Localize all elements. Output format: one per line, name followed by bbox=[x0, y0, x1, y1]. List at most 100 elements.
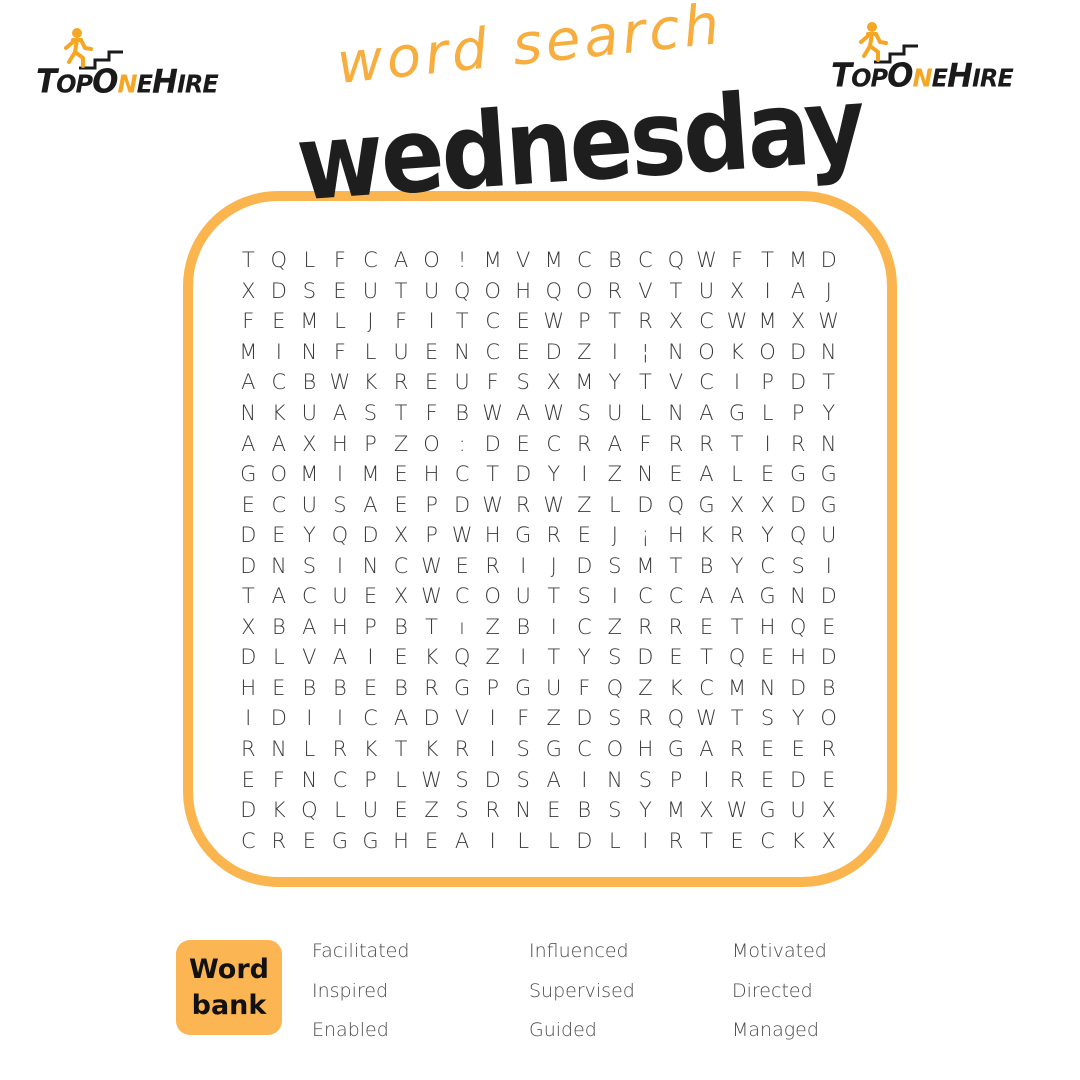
grid-cell[interactable]: X bbox=[538, 367, 569, 398]
grid-cell[interactable]: T bbox=[691, 825, 722, 856]
grid-cell[interactable]: L bbox=[355, 337, 386, 368]
grid-cell[interactable]: B bbox=[264, 612, 295, 643]
grid-cell[interactable]: L bbox=[538, 825, 569, 856]
grid-cell[interactable]: A bbox=[233, 428, 264, 459]
grid-cell[interactable]: G bbox=[355, 825, 386, 856]
grid-cell[interactable]: E bbox=[569, 520, 600, 551]
grid-cell[interactable]: G bbox=[508, 673, 539, 704]
grid-cell[interactable]: D bbox=[783, 337, 814, 368]
grid-cell[interactable]: D bbox=[416, 703, 447, 734]
grid-cell[interactable]: ¦ bbox=[630, 337, 661, 368]
grid-cell[interactable]: G bbox=[783, 459, 814, 490]
grid-cell[interactable]: E bbox=[264, 520, 295, 551]
grid-cell[interactable]: J bbox=[538, 550, 569, 581]
grid-cell[interactable]: X bbox=[386, 581, 417, 612]
grid-cell[interactable]: C bbox=[691, 367, 722, 398]
grid-cell[interactable]: Z bbox=[416, 795, 447, 826]
grid-cell[interactable]: Y bbox=[722, 550, 753, 581]
grid-cell[interactable]: S bbox=[783, 550, 814, 581]
grid-cell[interactable]: C bbox=[538, 428, 569, 459]
grid-cell[interactable]: N bbox=[294, 764, 325, 795]
grid-cell[interactable]: B bbox=[600, 245, 631, 276]
grid-cell[interactable]: E bbox=[752, 734, 783, 765]
grid-cell[interactable]: R bbox=[661, 825, 692, 856]
grid-cell[interactable]: M bbox=[661, 795, 692, 826]
grid-cell[interactable]: P bbox=[355, 428, 386, 459]
grid-cell[interactable]: X bbox=[661, 306, 692, 337]
grid-cell[interactable]: R bbox=[630, 306, 661, 337]
grid-cell[interactable]: O bbox=[264, 459, 295, 490]
grid-cell[interactable]: K bbox=[416, 734, 447, 765]
grid-cell[interactable]: U bbox=[386, 337, 417, 368]
grid-cell[interactable]: ¡ bbox=[630, 520, 661, 551]
grid-cell[interactable]: I bbox=[355, 642, 386, 673]
grid-cell[interactable]: C bbox=[264, 367, 295, 398]
grid-cell[interactable]: W bbox=[447, 520, 478, 551]
grid-cell[interactable]: R bbox=[477, 550, 508, 581]
grid-cell[interactable]: N bbox=[783, 581, 814, 612]
grid-cell[interactable]: L bbox=[325, 306, 356, 337]
grid-cell[interactable]: Q bbox=[722, 642, 753, 673]
grid-cell[interactable]: H bbox=[325, 612, 356, 643]
grid-cell[interactable]: U bbox=[355, 276, 386, 307]
grid-cell[interactable]: L bbox=[600, 489, 631, 520]
grid-cell[interactable]: X bbox=[783, 306, 814, 337]
grid-cell[interactable]: W bbox=[538, 306, 569, 337]
grid-cell[interactable]: I bbox=[600, 337, 631, 368]
grid-cell[interactable]: O bbox=[416, 428, 447, 459]
grid-cell[interactable]: G bbox=[538, 734, 569, 765]
grid-cell[interactable]: S bbox=[355, 398, 386, 429]
grid-cell[interactable]: D bbox=[508, 459, 539, 490]
grid-cell[interactable]: R bbox=[386, 367, 417, 398]
grid-cell[interactable]: R bbox=[783, 428, 814, 459]
grid-cell[interactable]: U bbox=[294, 398, 325, 429]
grid-cell[interactable]: L bbox=[508, 825, 539, 856]
grid-cell[interactable]: W bbox=[416, 764, 447, 795]
grid-cell[interactable]: R bbox=[538, 520, 569, 551]
grid-cell[interactable]: U bbox=[813, 520, 844, 551]
grid-cell[interactable]: I bbox=[691, 764, 722, 795]
grid-cell[interactable]: R bbox=[325, 734, 356, 765]
grid-cell[interactable]: A bbox=[264, 428, 295, 459]
grid-cell[interactable]: X bbox=[813, 825, 844, 856]
grid-cell[interactable]: V bbox=[630, 276, 661, 307]
grid-cell[interactable]: H bbox=[752, 612, 783, 643]
grid-cell[interactable]: N bbox=[630, 459, 661, 490]
grid-cell[interactable]: L bbox=[294, 734, 325, 765]
grid-cell[interactable]: K bbox=[355, 734, 386, 765]
grid-cell[interactable]: H bbox=[325, 428, 356, 459]
grid-cell[interactable]: H bbox=[386, 825, 417, 856]
grid-cell[interactable]: R bbox=[600, 276, 631, 307]
grid-cell[interactable]: Z bbox=[600, 612, 631, 643]
grid-cell[interactable]: K bbox=[691, 520, 722, 551]
grid-cell[interactable]: Q bbox=[600, 673, 631, 704]
grid-cell[interactable]: N bbox=[813, 428, 844, 459]
grid-cell[interactable]: C bbox=[355, 245, 386, 276]
grid-cell[interactable]: E bbox=[813, 764, 844, 795]
grid-cell[interactable]: T bbox=[600, 306, 631, 337]
grid-cell[interactable]: N bbox=[813, 337, 844, 368]
grid-cell[interactable]: Z bbox=[569, 337, 600, 368]
grid-cell[interactable]: B bbox=[447, 398, 478, 429]
grid-cell[interactable]: T bbox=[722, 612, 753, 643]
grid-cell[interactable]: R bbox=[508, 489, 539, 520]
grid-cell[interactable]: O bbox=[477, 276, 508, 307]
grid-cell[interactable]: E bbox=[386, 459, 417, 490]
grid-cell[interactable]: T bbox=[386, 734, 417, 765]
grid-cell[interactable]: A bbox=[264, 581, 295, 612]
grid-cell[interactable]: X bbox=[752, 489, 783, 520]
grid-cell[interactable]: F bbox=[264, 764, 295, 795]
grid-cell[interactable]: N bbox=[294, 337, 325, 368]
grid-cell[interactable]: D bbox=[630, 489, 661, 520]
grid-cell[interactable]: D bbox=[233, 520, 264, 551]
grid-cell[interactable]: Z bbox=[630, 673, 661, 704]
grid-cell[interactable]: V bbox=[447, 703, 478, 734]
grid-cell[interactable]: S bbox=[752, 703, 783, 734]
grid-cell[interactable]: C bbox=[325, 764, 356, 795]
grid-cell[interactable]: I bbox=[416, 306, 447, 337]
grid-cell[interactable]: Z bbox=[477, 612, 508, 643]
grid-cell[interactable]: I bbox=[813, 550, 844, 581]
grid-cell[interactable]: I bbox=[569, 764, 600, 795]
grid-cell[interactable]: I bbox=[325, 703, 356, 734]
grid-cell[interactable]: E bbox=[508, 306, 539, 337]
